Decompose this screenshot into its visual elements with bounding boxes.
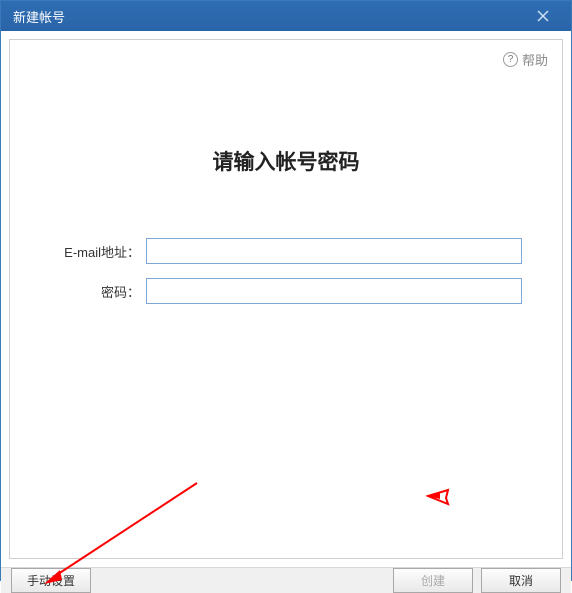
email-label: E-mail地址：	[50, 242, 146, 261]
content-panel: ? 帮助 请输入帐号密码 E-mail地址： 密码：	[9, 39, 563, 559]
titlebar: 新建帐号	[1, 1, 571, 31]
help-icon: ?	[503, 52, 518, 67]
help-link[interactable]: ? 帮助	[503, 50, 548, 69]
password-field[interactable]	[146, 278, 522, 304]
help-label: 帮助	[522, 50, 548, 69]
close-icon	[537, 10, 549, 22]
footer: 手动设置 创建 取消	[1, 567, 571, 593]
content-area: ? 帮助 请输入帐号密码 E-mail地址： 密码：	[1, 31, 571, 567]
account-form: E-mail地址： 密码：	[10, 238, 562, 304]
new-account-dialog: 新建帐号 ? 帮助 请输入帐号密码 E-mail地址： 密码：	[0, 0, 572, 581]
window-title: 新建帐号	[13, 7, 523, 26]
close-button[interactable]	[523, 1, 563, 31]
password-row: 密码：	[50, 278, 522, 304]
email-row: E-mail地址：	[50, 238, 522, 264]
email-field[interactable]	[146, 238, 522, 264]
password-label: 密码：	[50, 282, 146, 301]
annotation-caret-icon	[426, 488, 450, 506]
page-heading: 请输入帐号密码	[10, 146, 562, 176]
